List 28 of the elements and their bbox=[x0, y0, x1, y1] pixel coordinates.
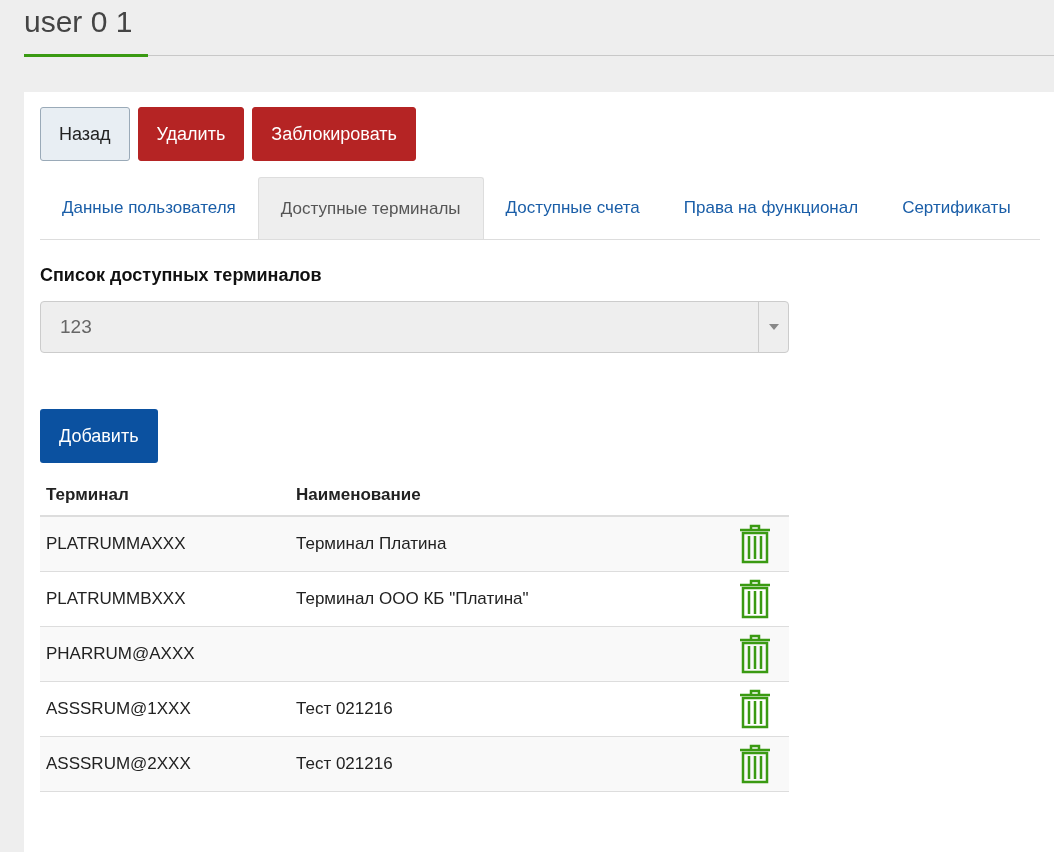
table-cell: Тест 021216 bbox=[296, 754, 393, 774]
tab[interactable]: Доступные счета bbox=[483, 177, 662, 239]
table-cell: Терминал Платина bbox=[296, 534, 447, 554]
trash-icon[interactable] bbox=[738, 579, 772, 619]
table-cell: PHARRUM@AXXX bbox=[46, 644, 195, 664]
table-cell: ASSSRUM@1XXX bbox=[46, 699, 191, 719]
tab[interactable]: Сертификаты bbox=[880, 177, 1033, 239]
action-button[interactable]: Назад bbox=[40, 107, 130, 161]
caret-icon bbox=[768, 324, 779, 330]
action-button[interactable]: Удалить bbox=[137, 107, 245, 161]
trash-icon[interactable] bbox=[738, 744, 772, 784]
column-header: Терминал bbox=[45, 484, 130, 507]
page-title: user 0 1 bbox=[24, 4, 148, 57]
terminal-list-label: Список доступных терминалов bbox=[40, 264, 323, 287]
tab[interactable]: Доступные терминалы bbox=[257, 177, 484, 239]
tab[interactable]: Права на функционал bbox=[661, 177, 881, 239]
table-cell: PLATRUMMBXXX bbox=[46, 589, 186, 609]
column-header: Наименование bbox=[296, 484, 421, 507]
trash-icon[interactable] bbox=[738, 634, 772, 674]
add-button[interactable]: Добавить bbox=[40, 409, 158, 463]
trash-icon[interactable] bbox=[738, 524, 772, 564]
tab[interactable]: Данные пользователя bbox=[40, 177, 258, 239]
action-button[interactable]: Заблокировать bbox=[252, 107, 416, 161]
table-cell: Тест 021216 bbox=[296, 699, 393, 719]
table-cell: PLATRUMMAXXX bbox=[46, 534, 186, 554]
trash-icon[interactable] bbox=[738, 689, 772, 729]
table-cell: Терминал ООО КБ "Платина" bbox=[296, 589, 529, 609]
table-cell: ASSSRUM@2XXX bbox=[46, 754, 191, 774]
